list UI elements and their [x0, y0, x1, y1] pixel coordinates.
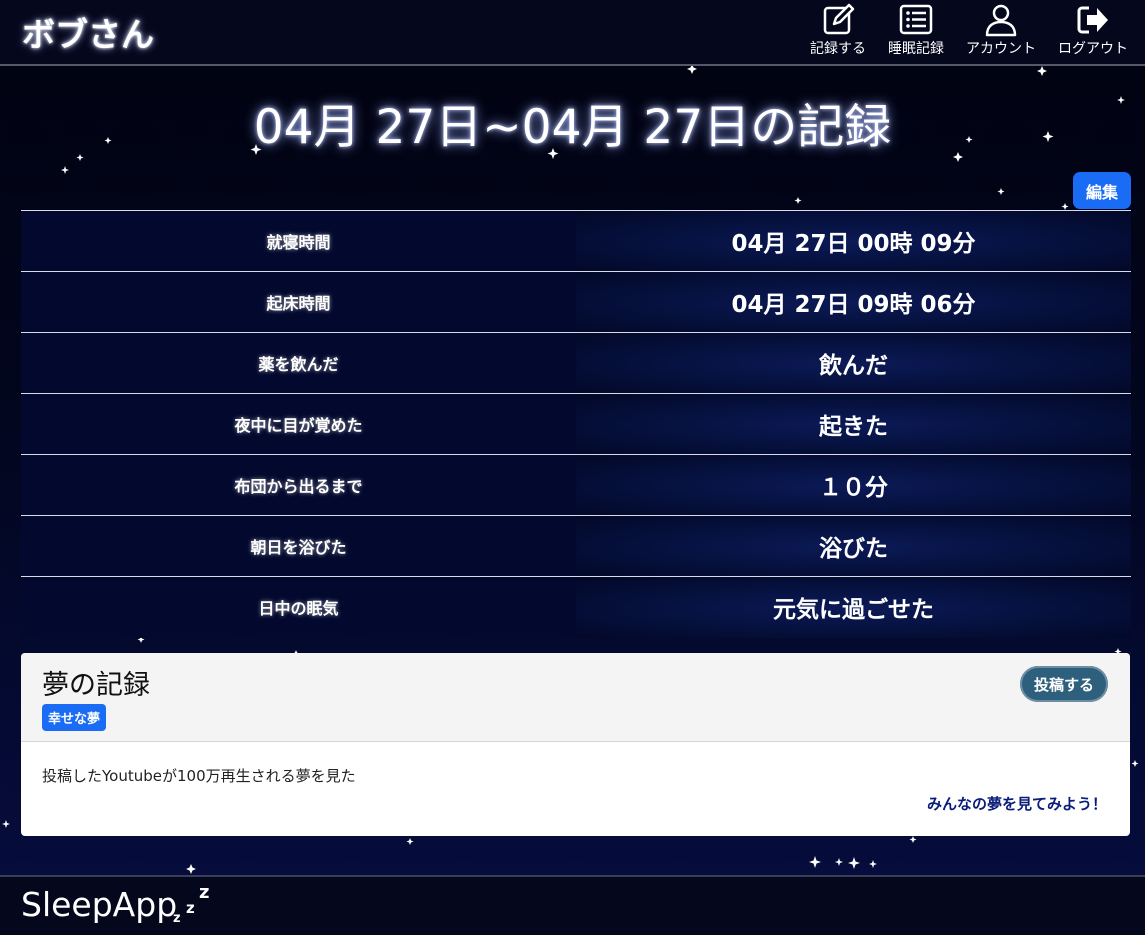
record-value: 04月 27日 09時 06分	[575, 271, 1131, 333]
user-name: ボブさん	[22, 15, 154, 54]
nav-logout-button[interactable]: ログアウト	[1058, 0, 1128, 58]
nav-record-label: 記録する	[810, 41, 866, 57]
record-value: 浴びた	[575, 515, 1131, 577]
dream-card-title: 夢の記録	[42, 670, 150, 701]
dream-card-header: 夢の記録 幸せな夢 投稿する	[21, 653, 1130, 742]
record-value: 04月 27日 00時 09分	[575, 210, 1131, 272]
logo-z-medium: z	[186, 899, 195, 917]
nav-account-label: アカウント	[966, 41, 1036, 57]
logout-icon	[1077, 6, 1108, 34]
record-value: 飲んだ	[575, 332, 1131, 394]
record-label: 就寝時間	[21, 210, 576, 272]
record-label: 薬を飲んだ	[21, 332, 576, 394]
record-value: 起きた	[575, 393, 1131, 455]
table-row: 日中の眠気 元気に過ごせた	[21, 576, 1131, 638]
table-row: 薬を飲んだ 飲んだ	[21, 332, 1131, 394]
top-header: ボブさん 記録する 睡眠記録 アカウント ログアウト	[0, 0, 1145, 66]
page-title: 04月 27日~04月 27日の記録	[253, 100, 892, 155]
record-value: １０分	[575, 454, 1131, 516]
nav-sleep-log-label: 睡眠記録	[888, 41, 944, 57]
pencil-square-icon	[823, 3, 855, 35]
list-icon	[899, 4, 933, 35]
dream-record-card: 夢の記録 幸せな夢 投稿する 投稿したYoutubeが100万再生される夢を見た…	[21, 653, 1130, 836]
table-row: 夜中に目が覚めた 起きた	[21, 393, 1131, 455]
table-row: 布団から出るまで １０分	[21, 454, 1131, 516]
record-label: 日中の眠気	[21, 576, 576, 638]
record-label: 起床時間	[21, 271, 576, 333]
dream-type-badge: 幸せな夢	[42, 704, 107, 731]
nav-sleep-log-button[interactable]: 睡眠記録	[888, 0, 944, 58]
table-row: 就寝時間 04月 27日 00時 09分	[21, 210, 1131, 272]
dream-content: 投稿したYoutubeが100万再生される夢を見た	[42, 767, 356, 785]
record-label: 夜中に目が覚めた	[21, 393, 576, 455]
record-value: 元気に過ごせた	[575, 576, 1131, 638]
app-logo: SleepApp	[21, 885, 178, 924]
nav-record-button[interactable]: 記録する	[810, 0, 866, 58]
person-icon	[985, 4, 1017, 37]
record-label: 布団から出るまで	[21, 454, 576, 516]
view-all-dreams-link[interactable]: みんなの夢を見てみよう！	[927, 793, 1107, 814]
table-row: 起床時間 04月 27日 09時 06分	[21, 271, 1131, 333]
nav-account-button[interactable]: アカウント	[966, 0, 1036, 58]
post-dream-button[interactable]: 投稿する	[1020, 666, 1108, 702]
logo-z-small: z	[173, 911, 181, 926]
edit-button[interactable]: 編集	[1073, 172, 1131, 209]
table-row: 朝日を浴びた 浴びた	[21, 515, 1131, 577]
logo-z-large: z	[199, 882, 210, 903]
footer: SleepApp z z z	[0, 875, 1145, 935]
sleep-record-table: 就寝時間 04月 27日 00時 09分 起床時間 04月 27日 09時 06…	[21, 210, 1131, 638]
nav-logout-label: ログアウト	[1058, 41, 1128, 57]
record-label: 朝日を浴びた	[21, 515, 576, 577]
